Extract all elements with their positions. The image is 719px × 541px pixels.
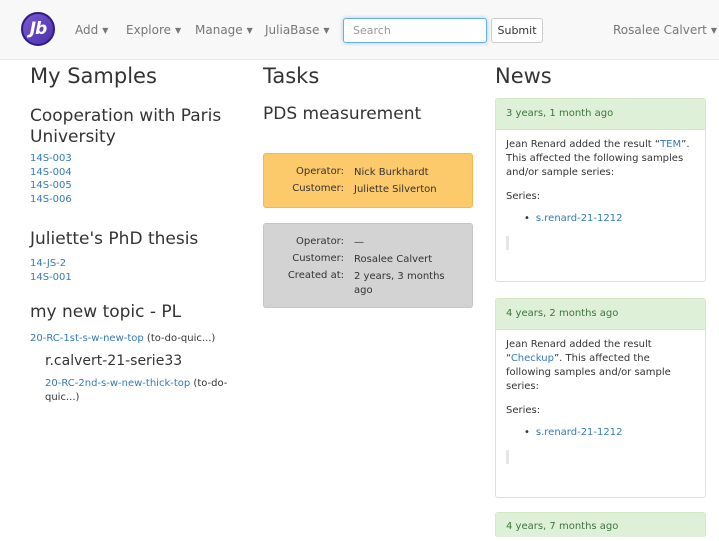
task-operator-row: Operator: — bbox=[264, 236, 472, 250]
menu-juliabase-label: JuliaBase bbox=[265, 23, 320, 37]
series-link[interactable]: s.renard-21-1212 bbox=[536, 213, 623, 224]
operator-label: Operator: bbox=[296, 236, 344, 247]
customer-link[interactable]: Rosalee Calvert bbox=[354, 253, 472, 267]
menu-add-label: Add bbox=[75, 23, 99, 37]
menu-add[interactable]: Add ▼ bbox=[75, 23, 108, 37]
user-name: Rosalee Calvert bbox=[612, 23, 707, 37]
topic-title: Cooperation with Paris University bbox=[30, 106, 245, 148]
news-text: Jean Renard added the result “Checkup”. … bbox=[506, 338, 695, 394]
topic-title: my new topic - PL bbox=[30, 302, 182, 322]
sample-row: 20-RC-1st-s-w-new-top (to-do-quic...) bbox=[30, 332, 245, 346]
news-item: 3 years, 1 month ago Jean Renard added t… bbox=[495, 98, 706, 282]
sample-link[interactable]: 14-JS-2 bbox=[30, 258, 66, 269]
sample-link[interactable]: 14S-004 bbox=[30, 167, 72, 178]
sample-task-note: (to-do-quic...) bbox=[143, 333, 216, 344]
customer-label: Customer: bbox=[292, 253, 344, 264]
sample-list: 14-JS-2 14S-001 bbox=[30, 257, 245, 284]
series-link[interactable]: s.renard-21-1212 bbox=[536, 427, 623, 438]
scroll-handle bbox=[506, 236, 509, 250]
sample-task-note: quic...) bbox=[45, 391, 80, 403]
caret-down-icon: ▼ bbox=[246, 26, 253, 35]
topic-title-line: Cooperation with Paris bbox=[30, 106, 222, 126]
sample-list: 14S-003 14S-004 14S-005 14S-006 bbox=[30, 152, 245, 206]
news-column: News bbox=[495, 64, 706, 88]
search-input[interactable] bbox=[343, 18, 487, 43]
created-label: Created at: bbox=[287, 270, 344, 281]
created-value-line: 2 years, 3 months bbox=[354, 271, 445, 282]
topic-title: Juliette's PhD thesis bbox=[30, 229, 199, 249]
created-value-line: ago bbox=[354, 285, 373, 296]
news-text-pre: Jean Renard added the result “ bbox=[506, 139, 661, 150]
sample-link[interactable]: 14S-003 bbox=[30, 153, 72, 164]
series-label: Series: bbox=[506, 191, 541, 202]
menu-explore-label: Explore bbox=[126, 23, 172, 37]
news-text: Jean Renard added the result “TEM”. This… bbox=[506, 138, 695, 180]
navbar: Jb Add▼ Explore▼ Manage▼ JuliaBase▼ Subm… bbox=[0, 0, 719, 60]
task-customer-row: Customer: Juliette Silverton bbox=[264, 183, 472, 197]
task-customer-row: Customer: Rosalee Calvert bbox=[264, 253, 472, 267]
series-sample-row: 20-RC-2nd-s-w-new-thick-top (to-do- quic… bbox=[45, 377, 245, 404]
topic-cooperation: Cooperation with Paris University 14S-00… bbox=[30, 106, 245, 206]
sample-task-note: (to-do- bbox=[190, 378, 228, 389]
task-card[interactable]: Operator: — Customer: Rosalee Calvert Cr… bbox=[263, 223, 473, 308]
news-timestamp: 4 years, 7 months ago bbox=[496, 513, 705, 537]
menu-manage[interactable]: Manage ▼ bbox=[195, 23, 253, 37]
news-timestamp: 4 years, 2 months ago bbox=[496, 299, 705, 330]
customer-label: Customer: bbox=[292, 183, 344, 194]
task-card[interactable]: Operator: Nick Burkhardt Customer: Julie… bbox=[263, 153, 473, 208]
menu-explore[interactable]: Explore ▼ bbox=[126, 23, 181, 37]
task-operator-row: Operator: Nick Burkhardt bbox=[264, 166, 472, 180]
topic-new-topic-pl: my new topic - PL bbox=[30, 302, 245, 323]
caret-down-icon: ▼ bbox=[710, 26, 717, 35]
sample-link[interactable]: 20-RC-2nd-s-w-new-thick-top bbox=[45, 378, 190, 389]
submit-button[interactable]: Submit bbox=[491, 18, 543, 43]
news-body: Jean Renard added the result “TEM”. This… bbox=[496, 130, 705, 250]
operator-value: — bbox=[354, 237, 364, 248]
my-samples-heading: My Samples bbox=[30, 64, 157, 88]
sample-link[interactable]: 20-RC-1st-s-w-new-top bbox=[30, 333, 144, 344]
operator-label: Operator: bbox=[296, 166, 344, 177]
caret-down-icon: ▼ bbox=[102, 26, 109, 35]
news-item: 4 years, 2 months ago Jean Renard added … bbox=[495, 298, 706, 498]
customer-link[interactable]: Juliette Silverton bbox=[354, 183, 472, 197]
juliabase-logo[interactable]: Jb bbox=[21, 12, 55, 46]
my-samples-column: My Samples bbox=[30, 64, 245, 88]
news-body: Jean Renard added the result “Checkup”. … bbox=[496, 330, 705, 464]
tasks-column: Tasks bbox=[263, 64, 473, 88]
user-menu[interactable]: Rosalee Calvert ▼ bbox=[613, 23, 717, 37]
created-value: 2 years, 3 months ago bbox=[354, 270, 472, 298]
menu-manage-label: Manage bbox=[195, 23, 243, 37]
news-item: 4 years, 7 months ago bbox=[495, 512, 706, 537]
process-title: PDS measurement bbox=[263, 104, 422, 124]
news-timestamp: 3 years, 1 month ago bbox=[496, 99, 705, 130]
topic-phd-thesis: Juliette's PhD thesis 14-JS-2 14S-001 bbox=[30, 229, 245, 284]
scroll-handle bbox=[506, 450, 509, 464]
tasks-heading: Tasks bbox=[263, 64, 320, 88]
sample-link[interactable]: 14S-005 bbox=[30, 180, 72, 191]
task-created-row: Created at: 2 years, 3 months ago bbox=[264, 270, 472, 298]
series-list-item: s.renard-21-1212 bbox=[506, 426, 695, 440]
sample-link[interactable]: 14S-001 bbox=[30, 272, 72, 283]
result-link[interactable]: Checkup bbox=[511, 353, 554, 364]
sample-series-title: r.calvert-21-serie33 bbox=[45, 353, 183, 369]
caret-down-icon: ▼ bbox=[175, 26, 182, 35]
menu-juliabase[interactable]: JuliaBase ▼ bbox=[265, 23, 330, 37]
caret-down-icon: ▼ bbox=[323, 26, 330, 35]
topic-title-line: University bbox=[30, 127, 116, 147]
series-list-item: s.renard-21-1212 bbox=[506, 212, 695, 226]
series-label: Series: bbox=[506, 405, 541, 416]
result-link[interactable]: TEM bbox=[660, 139, 681, 150]
sample-link[interactable]: 14S-006 bbox=[30, 194, 72, 205]
operator-link[interactable]: Nick Burkhardt bbox=[354, 166, 472, 180]
news-heading: News bbox=[495, 64, 552, 88]
